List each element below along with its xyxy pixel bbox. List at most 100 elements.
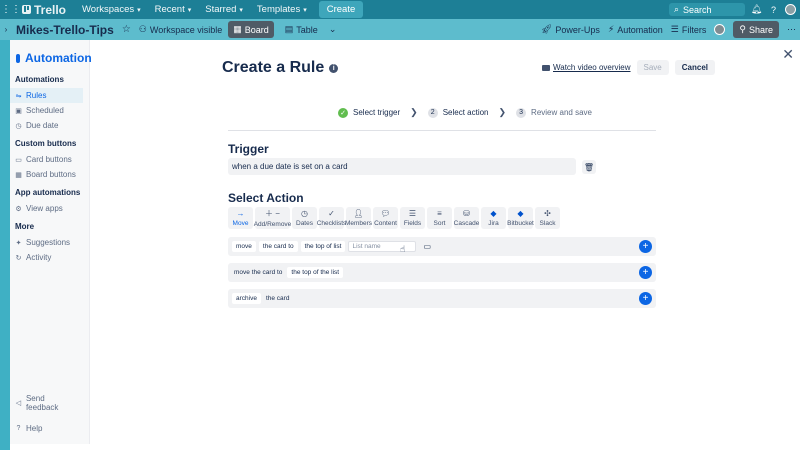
notifications-icon[interactable]: 🔔︎ [751,4,762,15]
chevron-right-icon[interactable]: › [0,19,12,40]
step-select-action[interactable]: 2 Select action [427,107,489,118]
help-icon[interactable]: ? [768,4,779,15]
member-avatar[interactable] [714,24,726,35]
list-picker-icon[interactable]: ▭ [423,242,431,251]
sidebar-item-label: Due date [26,121,59,130]
position-select[interactable]: the top of the list [287,267,344,278]
star-icon[interactable]: ☆ [122,24,131,35]
help-link[interactable]: ? Help [10,421,84,436]
step-select-trigger[interactable]: ✓ Select trigger [338,107,400,118]
section-more: More [15,222,35,231]
share-button[interactable]: ⚲ Share [733,21,779,38]
filters-button[interactable]: ☰ Filters [671,24,707,35]
sidebar-item-suggestions[interactable]: ✦ Suggestions [10,235,83,250]
tab-members[interactable]: 👤︎ Members [344,207,373,229]
tab-label: Members [344,220,373,227]
tab-dates[interactable]: ◷ Dates [292,207,317,229]
sidebar-item-scheduled[interactable]: ▣ Scheduled [10,103,83,118]
watch-video-link[interactable]: Watch video overview [542,63,631,72]
app-switcher-icon[interactable]: ⋮⋮ [1,3,21,17]
save-button[interactable]: Save [636,60,669,75]
tab-content[interactable]: 💬︎ Content [373,207,398,229]
add-action-button[interactable]: + [639,292,652,305]
verb-chip: move [232,241,256,252]
section-app-automations: App automations [15,188,81,197]
table-icon: ▤ [284,24,294,34]
menu-label: Starred [205,4,237,15]
bitbucket-icon: ◆ [517,209,524,218]
divider [228,130,656,131]
tab-jira[interactable]: ◆ Jira [481,207,506,229]
position-select[interactable]: the top of list [300,241,346,252]
people-icon: ⚇ [138,24,147,34]
sidebar-item-board-buttons[interactable]: ▦ Board buttons [10,167,83,182]
add-action-button[interactable]: + [639,240,652,253]
chevron-down-icon: ▾ [137,6,141,14]
tab-move[interactable]: → Move [228,207,253,229]
view-label: Board [244,24,269,35]
tab-add-remove[interactable]: ＋ − Add/Remove [254,207,291,229]
tab-checklists[interactable]: ✓ Checklists [316,207,347,229]
megaphone-icon: ◁ [15,400,22,407]
tab-cascade[interactable]: ⛁ Cascade [454,207,479,229]
sidebar-item-rules[interactable]: ⇋ Rules [10,88,83,103]
apps-icon: ⚙︎ [15,205,22,213]
tab-slack[interactable]: ✣ Slack [535,207,560,229]
tab-label: Checklists [316,220,347,227]
tab-label: Jira [488,220,499,227]
tab-fields[interactable]: ☰ Fields [400,207,425,229]
wizard-steps: ✓ Select trigger ❯ 2 Select action ❯ 3 R… [338,107,592,118]
tab-sort[interactable]: ≡ Sort [427,207,452,229]
check-icon: ✓ [338,107,348,118]
menu-recent[interactable]: Recent ▾ [149,2,198,17]
sidebar-item-activity[interactable]: ↻ Activity [10,250,83,265]
lightbulb-icon: ✦ [15,239,22,247]
sidebar-item-label: Rules [26,91,47,100]
sidebar-item-label: Card buttons [26,155,72,164]
view-table-button[interactable]: ▤ Table [280,21,323,38]
view-board-button[interactable]: ▦ Board [228,21,274,38]
automation-button[interactable]: ⚡︎ Automation [608,24,663,35]
menu-templates[interactable]: Templates ▾ [251,2,313,17]
tab-label: Slack [539,220,556,227]
list-name-input[interactable]: List name [348,241,417,252]
sidebar-item-due-date[interactable]: ◷ Due date [10,118,83,133]
tab-bitbucket[interactable]: ◆ Bitbucket [507,207,534,229]
verb-chip[interactable]: archive [232,293,261,304]
tab-label: Content [374,220,397,227]
info-icon[interactable]: i [329,63,339,73]
person-icon: 👤︎ [353,209,364,218]
chevron-down-icon: ▾ [187,6,192,14]
add-action-button[interactable]: + [639,266,652,279]
filter-icon: ☰ [670,24,679,34]
more-icon[interactable]: ⋯ [787,24,796,35]
search-input[interactable]: ⌕ Search [669,3,745,16]
trash-icon[interactable]: 🗑︎ [582,160,596,174]
trello-logo[interactable]: Trello [22,3,66,17]
filters-label: Filters [681,24,707,35]
arrow-right-icon: → [236,209,245,218]
action-row-move: move the card to the top of list List na… [228,237,656,256]
step-label: Select action [442,108,489,117]
board-title[interactable]: Mikes-Trello-Tips [16,23,114,37]
close-icon[interactable]: ✕ [782,46,794,63]
menu-starred[interactable]: Starred ▾ [199,2,249,17]
powerups-button[interactable]: 🚀︎ Power-Ups [541,24,600,35]
tab-label: Fields [403,220,422,227]
help-label: Help [26,424,43,433]
object-chip: the card [265,295,290,302]
menu-workspaces[interactable]: Workspaces ▾ [76,2,147,17]
board-actions: 🚀︎ Power-Ups ⚡︎ Automation ☰ Filters ⚲ Share… [541,19,796,40]
cancel-button[interactable]: Cancel [674,60,715,75]
object-chip[interactable]: the card to [258,241,298,252]
trigger-summary[interactable]: when a due date is set on a card [228,158,576,175]
sidebar-item-view-apps[interactable]: ⚙︎ View apps [10,201,83,216]
rocket-icon: 🚀︎ [540,24,553,34]
sidebar-item-card-buttons[interactable]: ▭ Card buttons [10,152,83,167]
chevron-down-icon[interactable]: ⌄ [329,24,337,35]
visibility-button[interactable]: ⚇ Workspace visible [139,24,222,35]
avatar[interactable] [785,4,796,15]
send-feedback-link[interactable]: ◁ Send feedback [10,391,84,415]
chevron-down-icon: ▾ [303,6,307,14]
create-button[interactable]: Create [318,1,364,18]
